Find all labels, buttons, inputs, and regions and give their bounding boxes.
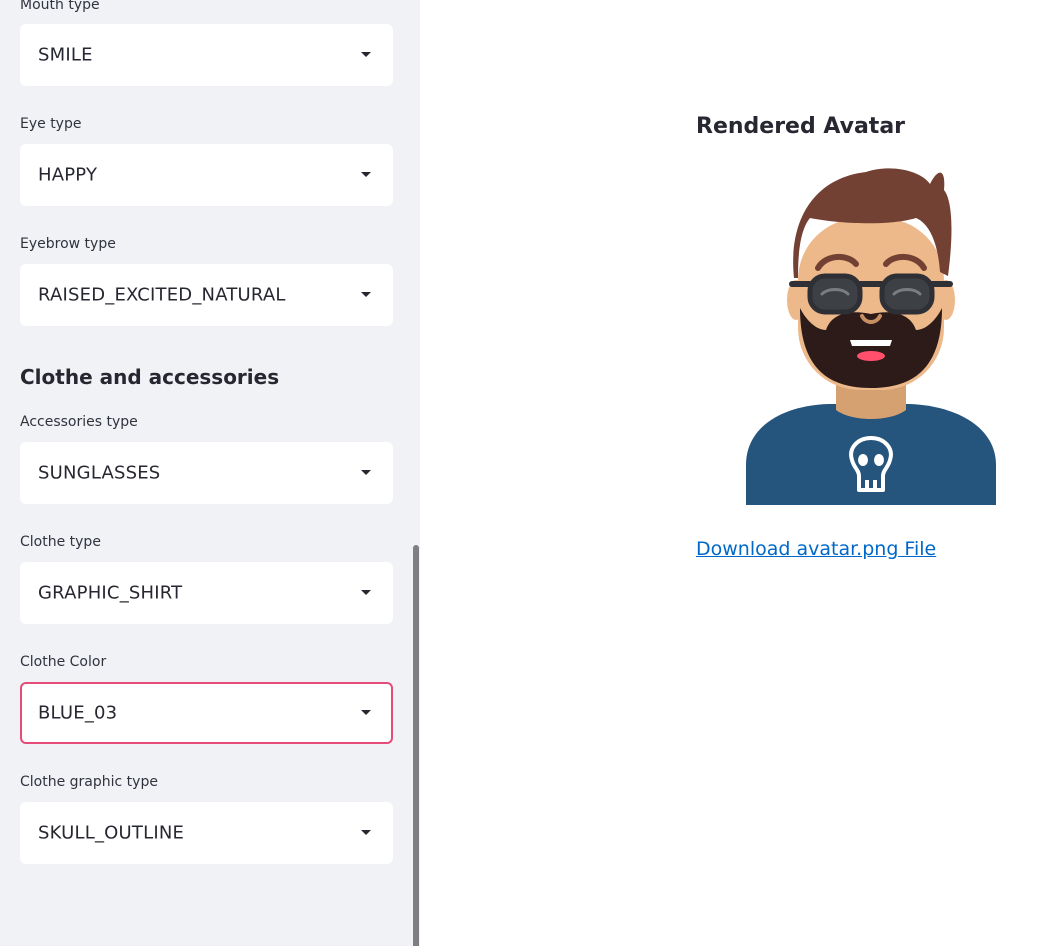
- mouth-type-value: SMILE: [38, 44, 93, 66]
- sidebar: Mouth type SMILE Eye type HAPPY Eyebrow …: [0, 0, 420, 946]
- clothe-graphic-type-value: SKULL_OUTLINE: [38, 822, 185, 844]
- app-root: Mouth type SMILE Eye type HAPPY Eyebrow …: [0, 0, 1052, 946]
- accessories-type-select[interactable]: SUNGLASSES: [20, 442, 393, 504]
- chevron-down-icon: [361, 292, 371, 297]
- clothe-color-label: Clothe Color: [20, 654, 107, 670]
- chevron-down-icon: [361, 470, 371, 475]
- clothe-type-value: GRAPHIC_SHIRT: [38, 582, 183, 604]
- chevron-down-icon: [361, 172, 371, 177]
- eyebrow-type-value: RAISED_EXCITED_NATURAL: [38, 284, 286, 306]
- clothe-color-value: BLUE_03: [38, 702, 118, 724]
- mouth-type-select[interactable]: SMILE: [20, 24, 393, 86]
- eye-type-label: Eye type: [20, 116, 82, 132]
- eye-type-select[interactable]: HAPPY: [20, 144, 393, 206]
- chevron-down-icon: [361, 830, 371, 835]
- accessories-type-value: SUNGLASSES: [38, 462, 161, 484]
- eyebrow-type-label: Eyebrow type: [20, 236, 116, 252]
- eyebrow-type-select[interactable]: RAISED_EXCITED_NATURAL: [20, 264, 393, 326]
- clothe-type-select[interactable]: GRAPHIC_SHIRT: [20, 562, 393, 624]
- eye-type-value: HAPPY: [38, 164, 98, 186]
- page-title: Rendered Avatar: [696, 114, 906, 139]
- clothe-graphic-type-select[interactable]: SKULL_OUTLINE: [20, 802, 393, 864]
- avatar-image: [746, 168, 996, 505]
- download-avatar-link[interactable]: Download avatar.png File: [696, 538, 936, 560]
- sidebar-scrollbar[interactable]: [413, 545, 419, 946]
- clothe-graphic-type-label: Clothe graphic type: [20, 774, 158, 790]
- clothe-type-label: Clothe type: [20, 534, 101, 550]
- mouth-type-label: Mouth type: [20, 0, 100, 13]
- chevron-down-icon: [361, 52, 371, 57]
- chevron-down-icon: [361, 590, 371, 595]
- chevron-down-icon: [361, 710, 371, 715]
- accessories-type-label: Accessories type: [20, 414, 138, 430]
- section-heading-clothe: Clothe and accessories: [20, 365, 280, 389]
- clothe-color-select[interactable]: BLUE_03: [20, 682, 393, 744]
